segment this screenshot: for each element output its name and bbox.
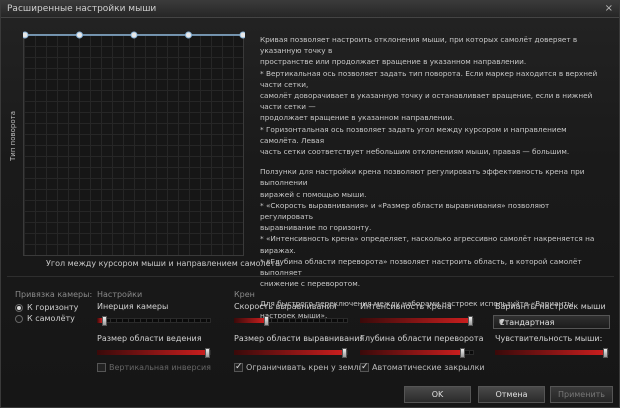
flip-depth-label: Глубина области переворота — [360, 334, 484, 343]
limit-bank-checkbox[interactable] — [234, 362, 243, 372]
description-line: * Горизонтальная ось позволяет задать уг… — [260, 124, 567, 145]
description-line: самолёт доворачивает в указанную точку и… — [260, 91, 593, 112]
auto-flaps-label: Автоматические закрылки — [372, 363, 485, 372]
curve-control-point[interactable] — [76, 31, 83, 39]
cancel-button[interactable]: Отмена — [478, 386, 545, 403]
apply-button[interactable]: Применить — [550, 386, 613, 403]
description-line: виражей с помощью мыши. — [260, 189, 367, 199]
radio-horizon[interactable] — [15, 304, 23, 312]
window-title: Расширенные настройки мыши — [7, 4, 157, 14]
bank-intensity-slider[interactable] — [360, 316, 474, 326]
slider-thumb[interactable] — [468, 316, 473, 326]
help-description: Кривая позволяет настроить отклонения мы… — [260, 34, 603, 321]
leveling-speed-label: Скорость выравнивания — [234, 302, 337, 311]
ok-button[interactable]: OK — [404, 386, 471, 403]
curve-line[interactable] — [23, 30, 245, 40]
close-icon[interactable]: × — [605, 3, 613, 14]
curve-control-point[interactable] — [239, 31, 245, 39]
bank-intensity-label: Интенсивность крена — [360, 302, 452, 311]
leveling-speed-slider[interactable] — [234, 316, 348, 326]
description-line: пространстве или продолжает вращение в у… — [260, 57, 527, 67]
presets-label: Варианты настроек мыши — [495, 302, 606, 311]
camera-inertia-label: Инерция камеры — [97, 302, 169, 311]
slider-thumb[interactable] — [205, 348, 210, 358]
radio-aircraft-label: К самолёту — [27, 314, 75, 323]
description-line: продолжает вращение в указанном направле… — [260, 113, 455, 123]
divider — [7, 276, 614, 277]
slider-track[interactable] — [97, 318, 211, 323]
radio-aircraft[interactable] — [15, 315, 23, 323]
description-line: выравнивание по горизонту. — [260, 223, 372, 233]
guidance-area-slider[interactable] — [97, 348, 211, 358]
curve-x-axis-label: Угол между курсором мыши и направлением … — [46, 259, 281, 268]
curve-grid[interactable] — [23, 34, 244, 256]
vertical-invert-checkbox[interactable] — [97, 363, 106, 372]
mouse-settings-window: Расширенные настройки мыши × Тип поворот… — [0, 0, 620, 408]
camera-binding-label: Привязка камеры: — [15, 290, 93, 299]
description-line: * Вертикальная ось позволяет задать тип … — [260, 68, 598, 89]
description-line: снижение с переворотом. — [260, 279, 361, 289]
sensitivity-slider[interactable] — [495, 348, 609, 358]
chevron-down-icon: ▼ — [499, 318, 505, 326]
description-line: * «Скорость выравнивания» и «Размер обла… — [260, 200, 550, 222]
slider-fill — [97, 350, 205, 355]
slider-thumb[interactable] — [342, 348, 347, 358]
sensitivity-label: Чувствительность мыши: — [495, 334, 603, 343]
limit-bank-label: Ограничивать крен у земли — [246, 363, 364, 372]
slider-fill — [234, 350, 342, 355]
slider-fill — [360, 318, 468, 323]
leveling-area-label: Размер области выравнивания — [234, 334, 365, 343]
description-line: Кривая позволяет настроить отклонения мы… — [260, 35, 578, 56]
settings-section-label: Настройки — [97, 290, 143, 299]
curve-control-point[interactable] — [23, 31, 29, 39]
description-line: Ползунки для настройки крена позволяют р… — [260, 167, 585, 188]
curve-control-point[interactable] — [185, 31, 192, 39]
slider-thumb[interactable] — [264, 316, 269, 326]
leveling-area-slider[interactable] — [234, 348, 348, 358]
slider-fill — [495, 350, 603, 355]
camera-inertia-slider[interactable] — [97, 316, 211, 326]
title-bar: Расширенные настройки мыши × — [1, 1, 619, 18]
slider-fill — [360, 350, 460, 355]
curve-y-axis-label: Тип поворота — [9, 111, 17, 161]
bank-section-label: Крен — [234, 290, 255, 299]
auto-flaps-checkbox[interactable] — [360, 362, 369, 372]
flip-depth-slider[interactable] — [360, 348, 474, 358]
description-line: часть сетки соответствует небольшим откл… — [260, 147, 570, 157]
radio-horizon-label: К горизонту — [27, 303, 79, 312]
curve-control-point[interactable] — [130, 31, 138, 39]
description-line: * «Глубина области переворота» позволяет… — [260, 256, 582, 278]
presets-dropdown[interactable]: Стандартная ▼ — [493, 315, 610, 329]
slider-thumb[interactable] — [603, 348, 608, 358]
guidance-area-label: Размер области ведения — [97, 334, 202, 343]
slider-thumb[interactable] — [102, 316, 107, 326]
vertical-invert-label: Вертикальная инверсия — [109, 363, 211, 372]
description-line: * «Интенсивность крена» определяет, наск… — [260, 234, 595, 255]
slider-fill — [234, 318, 264, 323]
slider-thumb[interactable] — [460, 348, 465, 358]
